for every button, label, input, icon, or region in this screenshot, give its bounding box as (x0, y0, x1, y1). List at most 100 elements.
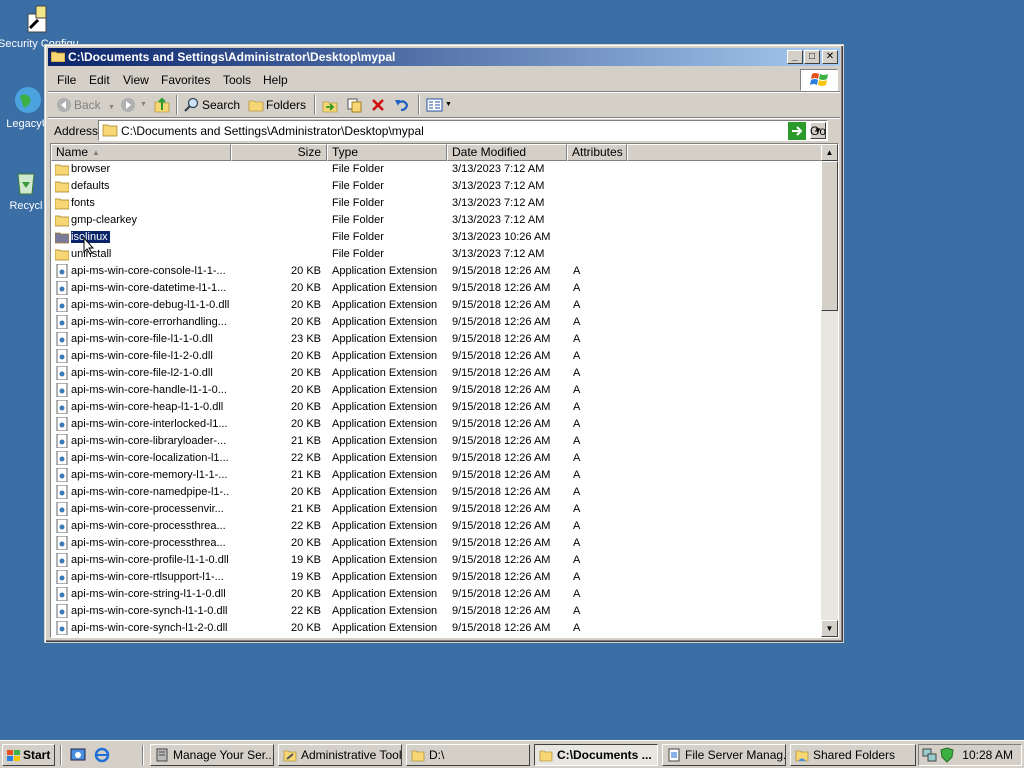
file-name: defaults (71, 180, 110, 192)
folder-row[interactable]: isolinux File Folder 3/13/2023 10:26 AM (51, 229, 823, 246)
file-row[interactable]: api-ms-win-core-file-l1-2-0.dll 20 KB Appl… (51, 348, 823, 365)
file-row[interactable]: api-ms-win-core-handle-l1-1-0... 20 KB App… (51, 382, 823, 399)
task-shared-folders[interactable]: Shared Folders (790, 744, 916, 766)
folders-button[interactable]: Folders (248, 95, 306, 115)
search-button[interactable]: Search (184, 95, 240, 115)
file-date-modified: 9/15/2018 12:26 AM (452, 299, 551, 311)
back-button[interactable]: Back ▼ (56, 95, 115, 115)
column-header-name[interactable]: Name ▲ (51, 144, 231, 161)
show-desktop-icon[interactable] (70, 747, 86, 763)
file-row[interactable]: api-ms-win-core-rtlsupport-l1-... 19 KB Ap… (51, 569, 823, 586)
file-row[interactable]: api-ms-win-core-heap-l1-1-0.dll 20 KB Appl… (51, 399, 823, 416)
clock[interactable]: 10:28 AM (962, 745, 1013, 765)
scroll-up-button[interactable]: ▲ (821, 144, 838, 161)
folder-row[interactable]: browser File Folder 3/13/2023 7:12 AM (51, 161, 823, 178)
task-manage-your-server[interactable]: Manage Your Ser... (150, 744, 274, 766)
menu-view[interactable]: View (123, 73, 149, 87)
start-button[interactable]: Start (2, 744, 55, 766)
file-row[interactable]: api-ms-win-core-synch-l1-2-0.dll 20 KB App… (51, 620, 823, 637)
file-size: 20 KB (291, 282, 321, 294)
file-row[interactable]: api-ms-win-core-synch-l1-1-0.dll 22 KB App… (51, 603, 823, 620)
file-size: 21 KB (291, 469, 321, 481)
menu-favorites[interactable]: Favorites (161, 73, 210, 87)
file-row[interactable]: api-ms-win-core-memory-l1-1-... 21 KB Appl… (51, 467, 823, 484)
move-to-icon (322, 101, 338, 113)
network-icon[interactable] (922, 747, 938, 763)
file-row[interactable]: api-ms-win-core-datetime-l1-1... 20 KB App… (51, 280, 823, 297)
folder-row[interactable]: uninstall File Folder 3/13/2023 7:12 AM (51, 246, 823, 263)
views-icon (426, 98, 443, 112)
column-header-attributes[interactable]: Attributes (567, 144, 627, 161)
task-d-drive[interactable]: D:\ (406, 744, 530, 766)
file-date-modified: 9/15/2018 12:26 AM (452, 435, 551, 447)
column-header-type[interactable]: Type (327, 144, 447, 161)
file-type: Application Extension (332, 588, 438, 600)
address-label: Address (54, 124, 99, 138)
menu-tools[interactable]: Tools (223, 73, 251, 87)
file-row[interactable]: api-ms-win-core-processthrea... 22 KB Appl… (51, 518, 823, 535)
minimize-button[interactable]: _ (787, 50, 803, 64)
task-file-server-manager[interactable]: File Server Manag... (662, 744, 786, 766)
internet-explorer-icon[interactable] (94, 747, 110, 763)
file-type: Application Extension (332, 605, 438, 617)
task-administrative-tools[interactable]: Administrative Tools (278, 744, 402, 766)
scroll-thumb[interactable] (821, 161, 838, 311)
close-button[interactable]: ✕ (822, 50, 838, 64)
file-row[interactable]: api-ms-win-core-file-l1-1-0.dll 23 KB Appl… (51, 331, 823, 348)
system-tray: 10:28 AM (918, 744, 1022, 766)
folder-icon (55, 164, 69, 176)
file-type: Application Extension (332, 418, 438, 430)
window-titlebar[interactable]: C:\Documents and Settings\Administrator\… (48, 48, 840, 66)
chevron-down-icon: ▼ (108, 104, 115, 111)
file-row[interactable]: api-ms-win-core-libraryloader-... 21 KB Ap… (51, 433, 823, 450)
file-row[interactable]: api-ms-win-core-file-l2-1-0.dll 20 KB Appl… (51, 365, 823, 382)
file-row[interactable]: api-ms-win-core-profile-l1-1-0.dll 19 KB A… (51, 552, 823, 569)
maximize-button[interactable]: □ (804, 50, 820, 64)
file-attributes: A (573, 486, 581, 498)
task-label: Administrative Tools (301, 748, 402, 762)
admin-tools-icon (283, 750, 297, 762)
file-attributes: A (573, 605, 581, 617)
menu-file[interactable]: File (57, 73, 76, 87)
quicklaunch-separator (60, 745, 62, 765)
file-date-modified: 3/13/2023 7:12 AM (452, 180, 545, 192)
file-type: File Folder (332, 231, 384, 243)
folder-row[interactable]: fonts File Folder 3/13/2023 7:12 AM (51, 195, 823, 212)
file-row[interactable]: api-ms-win-core-interlocked-l1... 20 KB Ap… (51, 416, 823, 433)
file-attributes: A (573, 401, 581, 413)
security-shield-icon[interactable] (940, 747, 954, 763)
task-documents-explorer[interactable]: C:\Documents ... (534, 744, 658, 766)
folder-icon (411, 750, 425, 762)
file-row[interactable]: api-ms-win-core-console-l1-1-... 20 KB App… (51, 263, 823, 280)
folder-row[interactable]: defaults File Folder 3/13/2023 7:12 AM (51, 178, 823, 195)
vertical-scrollbar[interactable]: ▲ ▼ (821, 144, 838, 637)
task-label: D:\ (429, 748, 445, 762)
file-date-modified: 9/15/2018 12:26 AM (452, 520, 551, 532)
file-type: Application Extension (332, 469, 438, 481)
file-row[interactable]: api-ms-win-core-debug-l1-1-0.dll 20 KB App… (51, 297, 823, 314)
file-type: Application Extension (332, 554, 438, 566)
file-attributes: A (573, 367, 581, 379)
scroll-down-button[interactable]: ▼ (821, 620, 838, 637)
file-row[interactable]: api-ms-win-core-errorhandling... 20 KB App… (51, 314, 823, 331)
folder-row[interactable]: gmp-clearkey File Folder 3/13/2023 7:12 AM (51, 212, 823, 229)
menu-edit[interactable]: Edit (89, 73, 110, 87)
menu-help[interactable]: Help (263, 73, 288, 87)
file-size: 19 KB (291, 571, 321, 583)
go-button[interactable]: Go (788, 121, 826, 141)
task-label: Manage Your Ser... (173, 748, 274, 762)
up-folder-icon (154, 97, 170, 113)
address-input[interactable]: C:\Documents and Settings\Administrator\… (98, 120, 828, 141)
file-type: Application Extension (332, 265, 438, 277)
file-date-modified: 9/15/2018 12:26 AM (452, 622, 551, 634)
file-row[interactable]: api-ms-win-core-processenvir... 21 KB Appl… (51, 501, 823, 518)
dll-file-icon (56, 604, 68, 618)
column-header-date[interactable]: Date Modified (447, 144, 567, 161)
file-row[interactable]: api-ms-win-core-localization-l1... 22 KB A… (51, 450, 823, 467)
file-row[interactable]: api-ms-win-core-processthrea... 20 KB Appl… (51, 535, 823, 552)
dll-file-icon (56, 468, 68, 482)
file-row[interactable]: api-ms-win-core-namedpipe-l1-... 20 KB App… (51, 484, 823, 501)
chevron-down-icon: ▼ (445, 101, 452, 108)
file-row[interactable]: api-ms-win-core-string-l1-1-0.dll 20 KB Ap… (51, 586, 823, 603)
column-header-size[interactable]: Size (231, 144, 327, 161)
